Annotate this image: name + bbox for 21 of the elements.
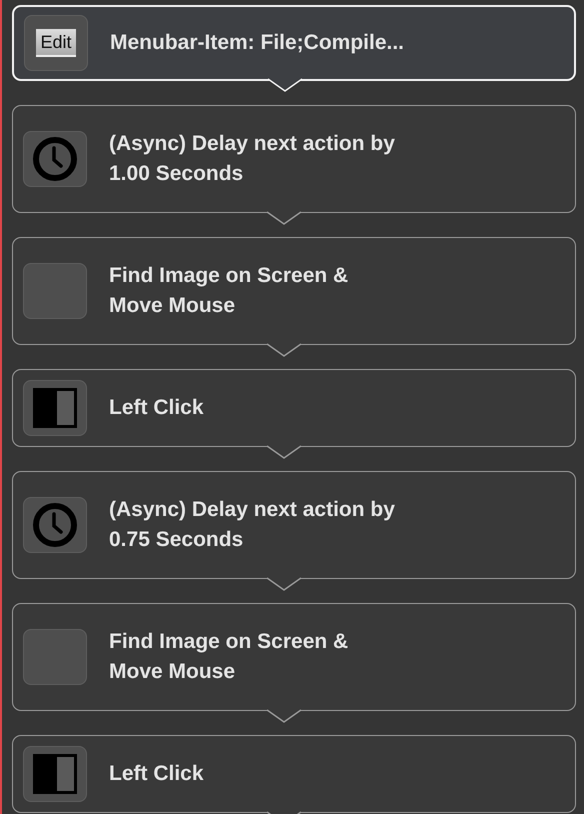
- connector-pointer: [267, 211, 301, 225]
- action-label: (Async) Delay next action by 0.75 Seconds: [109, 497, 395, 553]
- clock-icon: [23, 497, 87, 553]
- action-label: Menubar-Item: File;Compile...: [110, 30, 404, 56]
- image-placeholder-icon: [23, 629, 87, 685]
- connector-pointer: [267, 709, 301, 723]
- action-label: Left Click: [109, 395, 204, 421]
- clock-icon: [23, 131, 87, 187]
- action-card[interactable]: Left Click: [12, 735, 576, 813]
- image-placeholder-icon: [23, 263, 87, 319]
- connector-pointer: [267, 343, 301, 357]
- action-label: Find Image on Screen & Move Mouse: [109, 629, 348, 685]
- action-label: (Async) Delay next action by 1.00 Seconds: [109, 131, 395, 187]
- connector-pointer: [268, 78, 302, 92]
- connector-pointer: [267, 445, 301, 459]
- connector-pointer: [267, 577, 301, 591]
- action-label: Find Image on Screen & Move Mouse: [109, 263, 348, 319]
- action-label: Left Click: [109, 761, 204, 787]
- mouse-button-icon: [23, 746, 87, 802]
- mouse-button-icon: [23, 380, 87, 436]
- icon-label: Edit: [36, 29, 76, 57]
